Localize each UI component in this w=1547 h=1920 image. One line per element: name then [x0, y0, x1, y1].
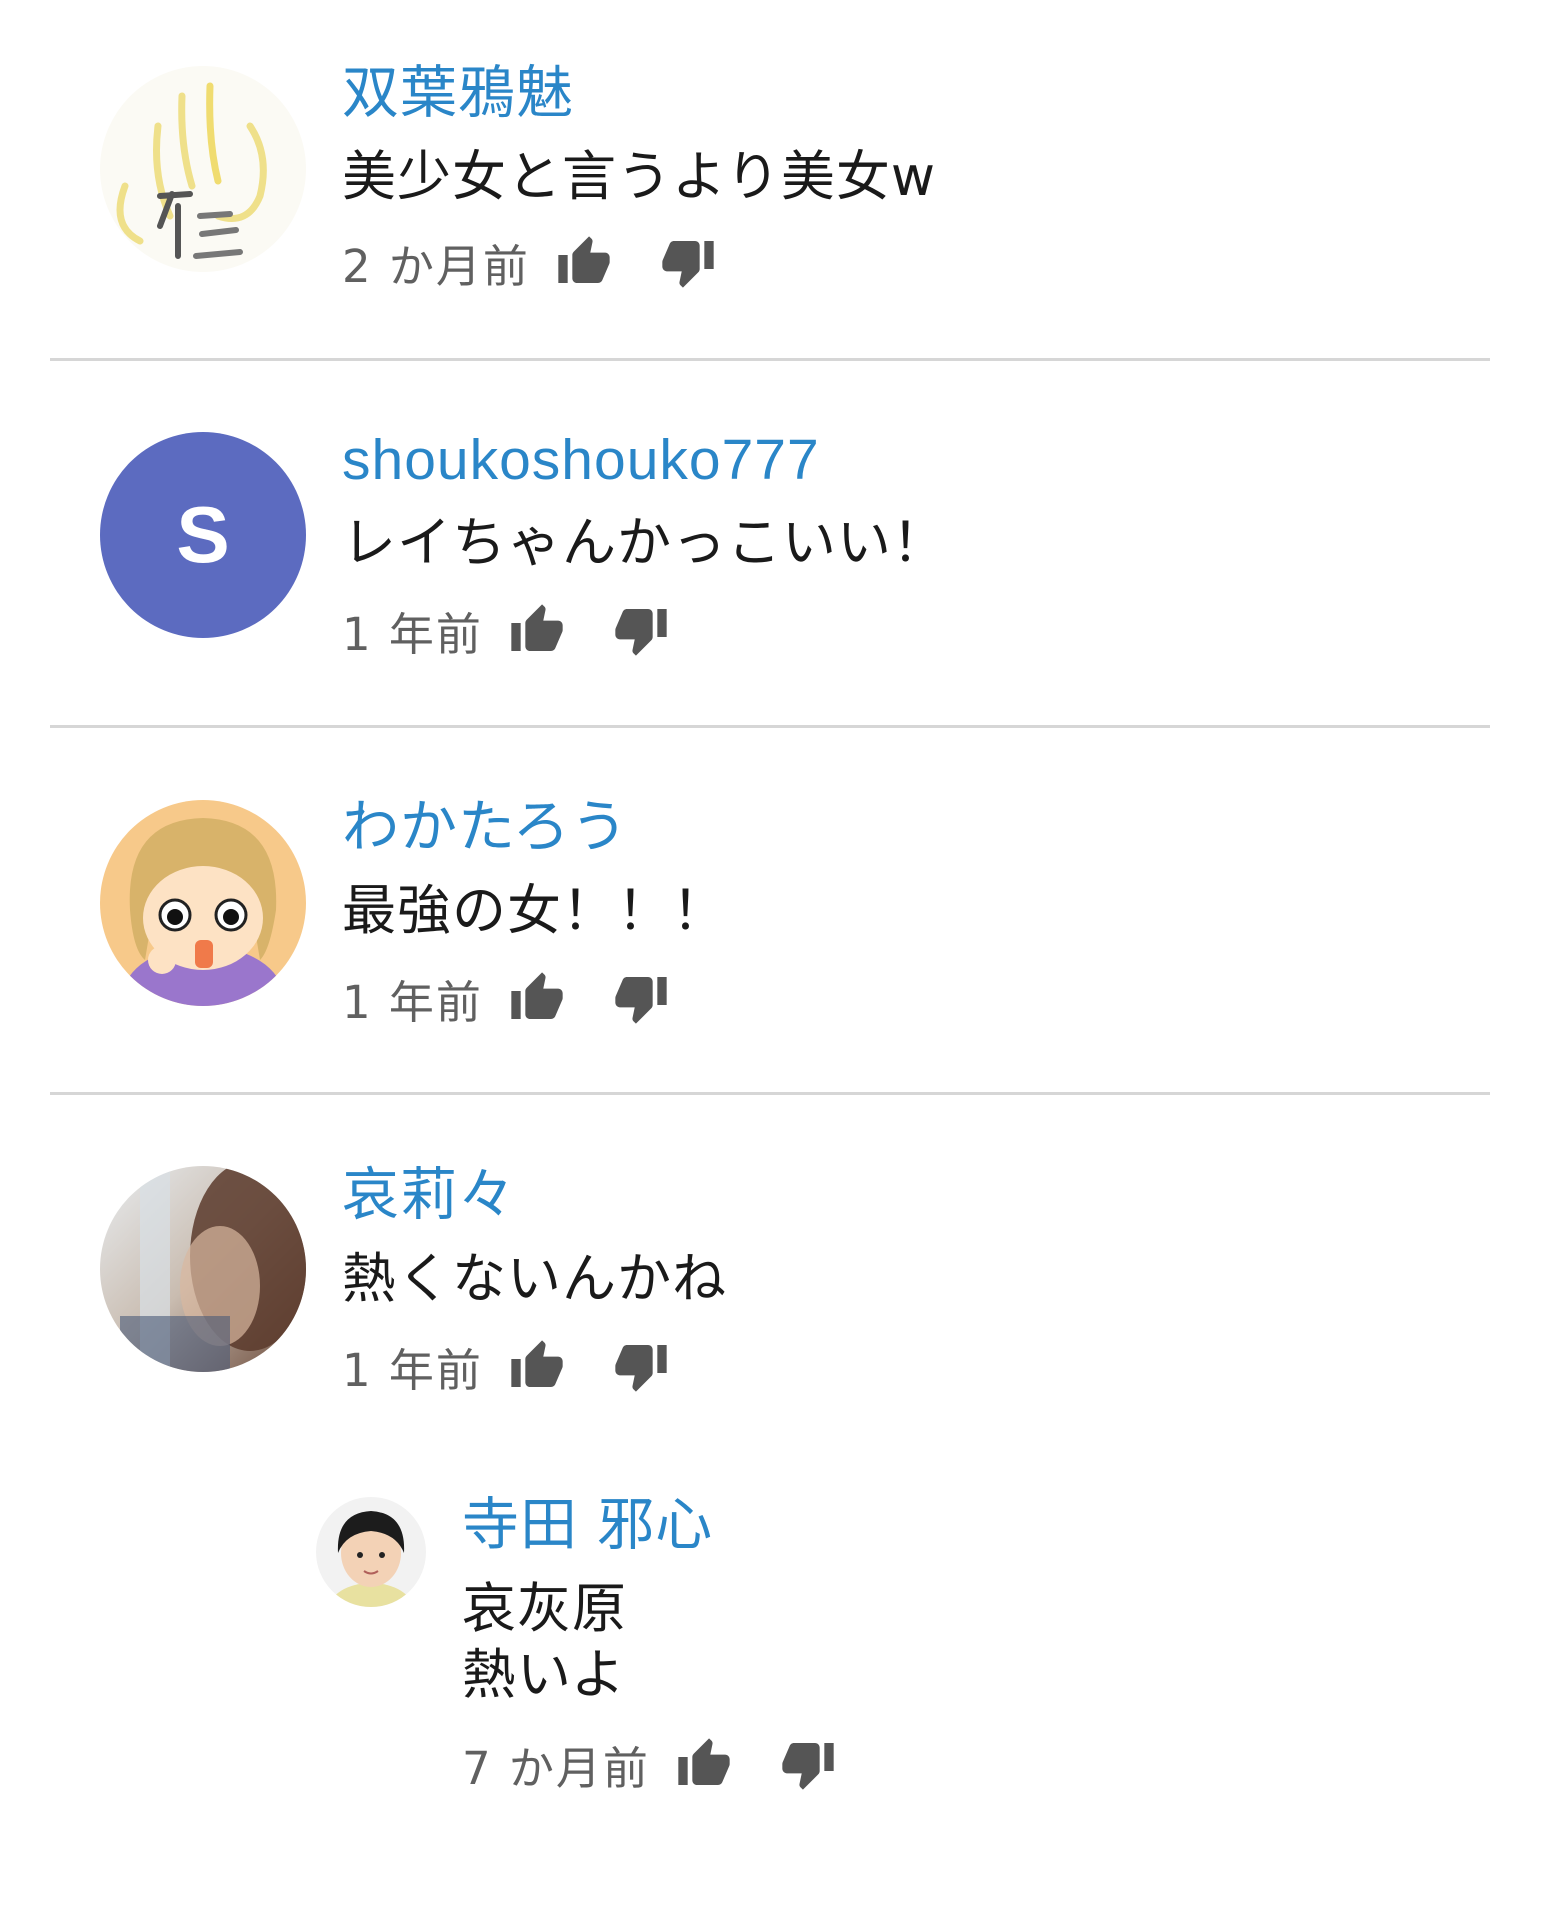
comment-text: 最強の女！！！: [342, 879, 727, 942]
comment-actions: 1 年前: [342, 1336, 669, 1397]
comment-timestamp: 1 年前: [342, 607, 483, 661]
thumbs-down-icon[interactable]: [660, 234, 716, 290]
reply-actions: 7 か月前: [462, 1734, 836, 1795]
comment-text: レイちゃんかっこいい！: [342, 511, 947, 574]
comment-actions: 2 か月前: [342, 232, 716, 293]
comment-author[interactable]: わかたろう: [342, 792, 629, 862]
divider: [50, 725, 1490, 728]
divider: [50, 1092, 1490, 1095]
comment-author[interactable]: shoukoshouko777: [342, 425, 820, 495]
avatar-letter: S: [176, 490, 230, 579]
thumbs-up-icon[interactable]: [509, 1338, 565, 1394]
comment-text: 熱くないんかね: [342, 1247, 727, 1310]
divider: [50, 358, 1490, 361]
comment-text: 美少女と言うより美女w: [342, 145, 937, 208]
reply-text-line: 哀灰原: [462, 1577, 627, 1640]
thumbs-down-icon[interactable]: [613, 1338, 669, 1394]
avatar[interactable]: [100, 66, 306, 272]
comment-author[interactable]: 双葉鴉魅: [342, 58, 574, 128]
thumbs-up-icon[interactable]: [509, 602, 565, 658]
comment-actions: 1 年前: [342, 968, 669, 1029]
thumbs-up-icon[interactable]: [556, 234, 612, 290]
comment-timestamp: 1 年前: [342, 975, 483, 1029]
reply-author[interactable]: 寺田 邪心: [462, 1490, 713, 1560]
reply-avatar[interactable]: [316, 1497, 426, 1607]
avatar[interactable]: [100, 1166, 306, 1372]
avatar[interactable]: S: [100, 432, 306, 638]
thumbs-up-icon[interactable]: [676, 1736, 732, 1792]
comment-actions: 1 年前: [342, 600, 669, 661]
thumbs-down-icon[interactable]: [613, 970, 669, 1026]
thumbs-down-icon[interactable]: [780, 1736, 836, 1792]
comment-timestamp: 2 か月前: [342, 239, 530, 293]
thumbs-down-icon[interactable]: [613, 602, 669, 658]
avatar[interactable]: [100, 800, 306, 1006]
comment-author[interactable]: 哀莉々: [342, 1160, 516, 1230]
reply-timestamp: 7 か月前: [462, 1741, 650, 1795]
thumbs-up-icon[interactable]: [509, 970, 565, 1026]
reply-text-line: 熱いよ: [462, 1643, 626, 1706]
comment-timestamp: 1 年前: [342, 1343, 483, 1397]
